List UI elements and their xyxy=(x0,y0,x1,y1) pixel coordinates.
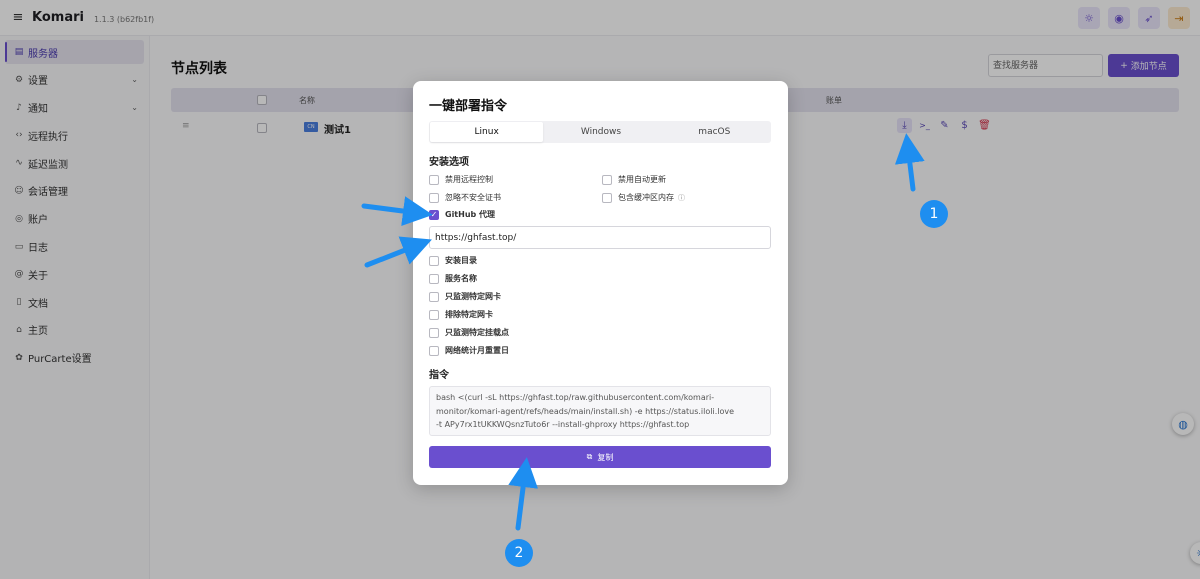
tab-windows[interactable]: Windows xyxy=(544,121,657,143)
option-label: 网络统计月重置日 xyxy=(445,346,509,355)
checkbox[interactable] xyxy=(602,192,612,203)
checkbox[interactable] xyxy=(429,309,439,320)
checkbox[interactable] xyxy=(429,192,439,203)
deploy-command-dialog: 一键部署指令 Linux Windows macOS 安装选项 禁用远程控制 禁… xyxy=(413,81,788,485)
option-only-mount[interactable]: 只监测特定挂载点 xyxy=(429,327,509,338)
checkbox[interactable] xyxy=(429,273,439,284)
option-service-name[interactable]: 服务名称 xyxy=(429,273,477,284)
option-label: 只监测特定挂载点 xyxy=(445,328,509,337)
option-label: 排除特定网卡 xyxy=(445,310,493,319)
checkbox[interactable] xyxy=(429,327,439,338)
option-label: GitHub 代理 xyxy=(445,210,496,219)
option-ignore-cert[interactable]: 忽略不安全证书 xyxy=(429,192,501,203)
option-github-proxy[interactable]: ✓ GitHub 代理 xyxy=(429,209,495,220)
copy-button-label: 复制 xyxy=(597,452,614,462)
os-tabs: Linux Windows macOS xyxy=(429,121,771,143)
command-line: monitor/komari-agent/refs/heads/main/ins… xyxy=(436,406,735,416)
option-label: 禁用自动更新 xyxy=(618,175,666,184)
option-only-nic[interactable]: 只监测特定网卡 xyxy=(429,291,501,302)
option-disable-remote[interactable]: 禁用远程控制 xyxy=(429,174,493,185)
command-line: bash <(curl -sL https://ghfast.top/raw.g… xyxy=(436,393,715,402)
copy-icon: ⧉ xyxy=(586,452,593,461)
checkbox[interactable] xyxy=(429,255,439,266)
option-label: 只监测特定网卡 xyxy=(445,292,501,301)
info-icon[interactable]: ⓘ xyxy=(678,193,685,203)
option-include-buffer[interactable]: 包含缓冲区内存 ⓘ xyxy=(602,192,685,203)
github-proxy-input[interactable] xyxy=(429,226,771,249)
tab-linux[interactable]: Linux xyxy=(430,122,544,142)
step-badge-2: 2 xyxy=(505,539,533,567)
checkbox[interactable] xyxy=(429,174,439,185)
checkbox[interactable] xyxy=(429,345,439,356)
option-label: 包含缓冲区内存 xyxy=(618,193,674,202)
command-label: 指令 xyxy=(429,370,449,381)
option-exclude-nic[interactable]: 排除特定网卡 xyxy=(429,309,493,320)
step-badge-1: 1 xyxy=(920,200,948,228)
checkbox-checked[interactable]: ✓ xyxy=(429,209,439,220)
option-label: 服务名称 xyxy=(445,274,477,283)
option-label: 忽略不安全证书 xyxy=(445,193,501,202)
command-line: -t APy7rx1tUKKWQsnzTuto6r --install-ghpr… xyxy=(436,420,690,429)
install-options-label: 安装选项 xyxy=(429,157,469,168)
option-install-dir[interactable]: 安装目录 xyxy=(429,255,477,266)
command-text[interactable]: bash <(curl -sL https://ghfast.top/raw.g… xyxy=(429,386,771,436)
copy-button[interactable]: ⧉ 复制 xyxy=(429,446,771,468)
option-disable-auto-update[interactable]: 禁用自动更新 xyxy=(602,174,666,185)
checkbox[interactable] xyxy=(602,174,612,185)
option-label: 禁用远程控制 xyxy=(445,175,493,184)
option-label: 安装目录 xyxy=(445,256,477,265)
tab-macos[interactable]: macOS xyxy=(658,121,771,143)
dialog-title: 一键部署指令 xyxy=(429,99,508,114)
checkbox[interactable] xyxy=(429,291,439,302)
option-reset-day[interactable]: 网络统计月重置日 xyxy=(429,345,509,356)
